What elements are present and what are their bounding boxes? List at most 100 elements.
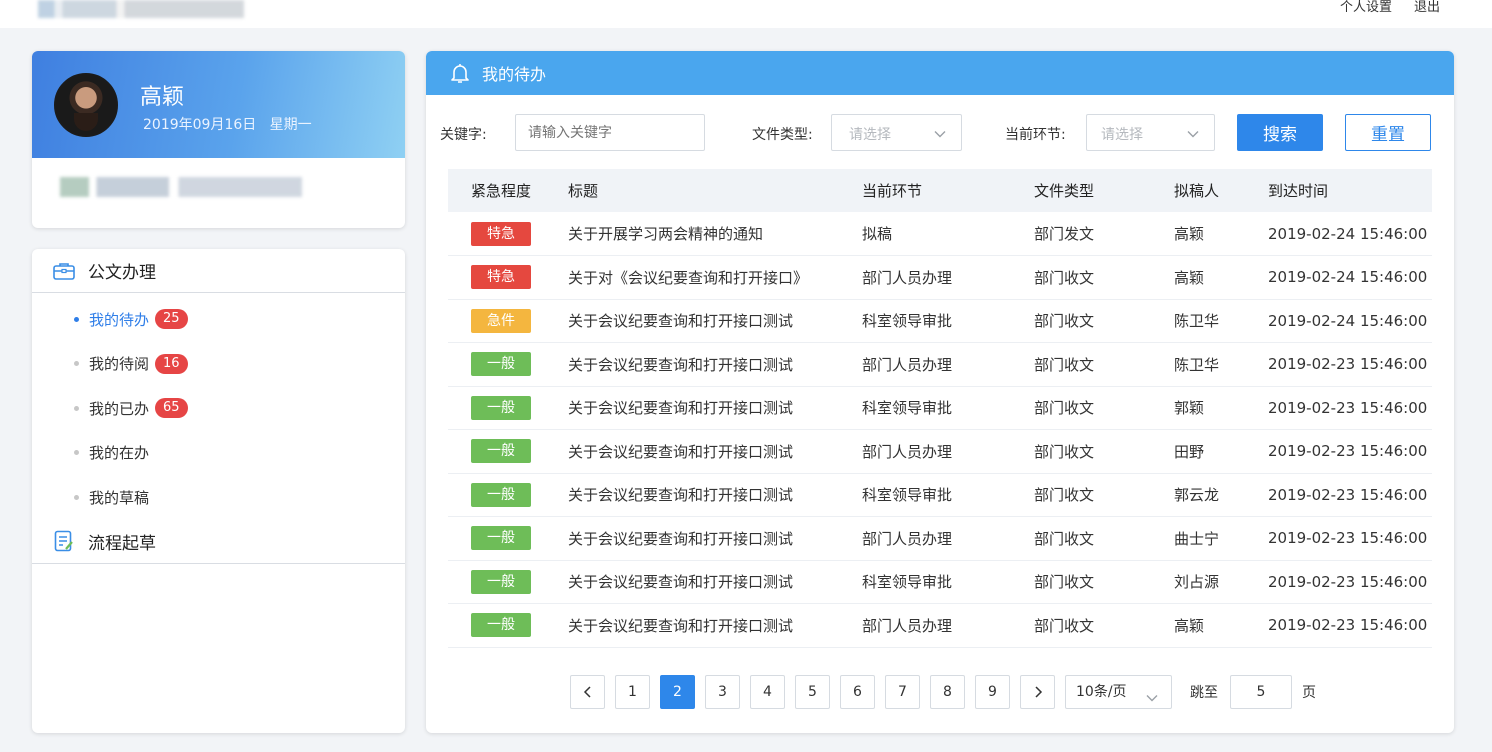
cell-time: 2019-02-23 15:46:00: [1268, 442, 1428, 461]
page-button-8[interactable]: 8: [930, 675, 965, 709]
menu-item-label: 我的草稿: [89, 488, 150, 507]
table-row[interactable]: 一般 关于会议纪要查询和打开接口测试 部门人员办理 部门收文 曲士宁 2019-02-23…: [448, 517, 1432, 561]
column-header-arrival-time[interactable]: 到达时间: [1268, 169, 1432, 212]
chevron-right-icon: [1034, 686, 1042, 698]
keyword-label: 关键字:: [440, 127, 487, 143]
cell-author: 陈卫华: [1174, 355, 1220, 374]
todo-panel: 我的待办 关键字: 文件类型: 请选择 当前环节: 请选择 搜索 重置 紧急程度…: [426, 51, 1454, 733]
personal-settings-link[interactable]: 个人设置: [1340, 0, 1392, 18]
menu-item-label: 我的待阅: [89, 355, 150, 374]
cell-urgency: 一般: [448, 386, 568, 430]
table-row[interactable]: 急件 关于会议纪要查询和打开接口测试 科室领导审批 部门收文 陈卫华 2019-02-24…: [448, 299, 1432, 343]
table-row[interactable]: 一般 关于会议纪要查询和打开接口测试 部门人员办理 部门收文 田野 2019-02-23 …: [448, 430, 1432, 474]
table-row[interactable]: 一般 关于会议纪要查询和打开接口测试 部门人员办理 部门收文 高颖 2019-02-23 …: [448, 604, 1432, 648]
menu-item-to-read[interactable]: 我的待阅 16: [32, 342, 405, 387]
cell-urgency: 一般: [448, 517, 568, 561]
page-button-9[interactable]: 9: [975, 675, 1010, 709]
menu-group-label: 公文办理: [88, 263, 156, 283]
cell-title[interactable]: 关于开展学习两会精神的通知: [568, 212, 862, 256]
reset-button[interactable]: 重置: [1345, 114, 1431, 151]
table-row[interactable]: 一般 关于会议纪要查询和打开接口测试 科室领导审批 部门收文 刘占源 2019-02-23…: [448, 560, 1432, 604]
table-header-row: 紧急程度 标题 当前环节 文件类型 拟稿人 到达时间: [448, 169, 1432, 212]
menu-item-drafts[interactable]: 我的草稿: [32, 475, 405, 520]
cell-author: 郭云龙: [1174, 486, 1220, 505]
urgency-tag: 特急: [471, 221, 531, 246]
cell-urgency: 特急: [448, 256, 568, 300]
page-unit-label: 页: [1302, 685, 1316, 701]
table-row[interactable]: 一般 关于会议纪要查询和打开接口测试 科室领导审批 部门收文 郭云龙 2019-02-23…: [448, 473, 1432, 517]
menu-group-label: 流程起草: [88, 533, 156, 554]
cell-title[interactable]: 关于对《会议纪要查询和打开接口》: [568, 256, 862, 300]
column-header-author[interactable]: 拟稿人: [1174, 169, 1268, 212]
page-button-6[interactable]: 6: [840, 675, 875, 709]
cell-time: 2019-02-24 15:46:00: [1268, 224, 1428, 243]
page-button-2[interactable]: 2: [660, 675, 695, 709]
cell-time: 2019-02-24 15:46:00: [1268, 311, 1428, 330]
cell-type: 部门收文: [1034, 616, 1095, 635]
table-row[interactable]: 特急 关于对《会议纪要查询和打开接口》 部门人员办理 部门收文 高颖 2019-02-24…: [448, 256, 1432, 300]
cell-title[interactable]: 关于会议纪要查询和打开接口测试: [568, 386, 862, 430]
cell-title[interactable]: 关于会议纪要查询和打开接口测试: [568, 473, 862, 517]
page-button-5[interactable]: 5: [795, 675, 830, 709]
cell-title[interactable]: 关于会议纪要查询和打开接口测试: [568, 517, 862, 561]
bullet-dot: [74, 405, 79, 411]
cell-title[interactable]: 关于会议纪要查询和打开接口测试: [568, 299, 862, 343]
file-type-select[interactable]: 请选择: [831, 114, 962, 151]
search-button[interactable]: 搜索: [1237, 114, 1323, 151]
page-size-value: 10条/页: [1076, 684, 1127, 700]
top-bar: 个人设置 退出: [0, 0, 1492, 28]
menu-group-document-handling[interactable]: 公文办理: [32, 249, 405, 293]
cell-author: 高颖: [1174, 616, 1205, 635]
page-button-4[interactable]: 4: [750, 675, 785, 709]
jump-page-input[interactable]: [1230, 675, 1292, 709]
current-step-label: 当前环节:: [1005, 127, 1066, 143]
profile-header: 高颖 2019年09月16日 星期一: [32, 51, 405, 158]
cell-title[interactable]: 关于会议纪要查询和打开接口测试: [568, 604, 862, 648]
logo-blurred: [38, 0, 244, 18]
cell-type: 部门收文: [1034, 529, 1095, 548]
chevron-left-icon: [583, 686, 591, 698]
table-row[interactable]: 一般 关于会议纪要查询和打开接口测试 部门人员办理 部门收文 陈卫华 2019-02-23…: [448, 343, 1432, 387]
table-row[interactable]: 一般 关于会议纪要查询和打开接口测试 科室领导审批 部门收文 郭颖 2019-02-23 …: [448, 386, 1432, 430]
urgency-tag: 急件: [471, 308, 531, 333]
column-header-type[interactable]: 文件类型: [1034, 169, 1174, 212]
menu-item-done[interactable]: 我的已办 65: [32, 386, 405, 431]
select-placeholder: 请选择: [849, 127, 891, 143]
jump-label: 跳至: [1190, 685, 1218, 701]
bullet-dot: [74, 494, 79, 500]
avatar[interactable]: [54, 73, 118, 137]
table-row[interactable]: 特急 关于开展学习两会精神的通知 拟稿 部门发文 高颖 2019-02-24 15:46:…: [448, 212, 1432, 256]
keyword-input[interactable]: [515, 114, 705, 151]
bullet-dot: [74, 450, 79, 456]
cell-title[interactable]: 关于会议纪要查询和打开接口测试: [568, 560, 862, 604]
menu-item-in-progress[interactable]: 我的在办: [32, 431, 405, 476]
next-page-button[interactable]: [1020, 675, 1055, 709]
department-blurred: [60, 177, 302, 197]
prev-page-button[interactable]: [570, 675, 605, 709]
page-button-1[interactable]: 1: [615, 675, 650, 709]
menu-item-todo[interactable]: 我的待办 25: [32, 297, 405, 342]
column-header-title[interactable]: 标题: [568, 169, 862, 212]
cell-title[interactable]: 关于会议纪要查询和打开接口测试: [568, 343, 862, 387]
cell-title[interactable]: 关于会议纪要查询和打开接口测试: [568, 430, 862, 474]
cell-time: 2019-02-23 15:46:00: [1268, 572, 1428, 591]
count-badge: 65: [155, 398, 188, 419]
page-size-select[interactable]: 10条/页: [1065, 675, 1172, 709]
urgency-tag: 一般: [471, 395, 531, 420]
menu-group-process-draft[interactable]: 流程起草: [32, 520, 405, 564]
cell-time: 2019-02-23 15:46:00: [1268, 616, 1428, 635]
logout-link[interactable]: 退出: [1414, 0, 1440, 18]
page-button-7[interactable]: 7: [885, 675, 920, 709]
current-step-select[interactable]: 请选择: [1086, 114, 1215, 151]
column-header-urgency[interactable]: 紧急程度: [448, 169, 568, 212]
urgency-tag: 一般: [471, 352, 531, 377]
bullet-dot: [74, 361, 79, 367]
cell-step: 部门人员办理: [862, 442, 953, 461]
column-header-step[interactable]: 当前环节: [862, 169, 1034, 212]
cell-step: 科室领导审批: [862, 399, 953, 418]
cell-author: 高颖: [1174, 268, 1205, 287]
cell-type: 部门收文: [1034, 312, 1095, 331]
chevron-down-icon: [1186, 126, 1200, 145]
user-date: 2019年09月16日 星期一: [143, 114, 312, 134]
page-button-3[interactable]: 3: [705, 675, 740, 709]
